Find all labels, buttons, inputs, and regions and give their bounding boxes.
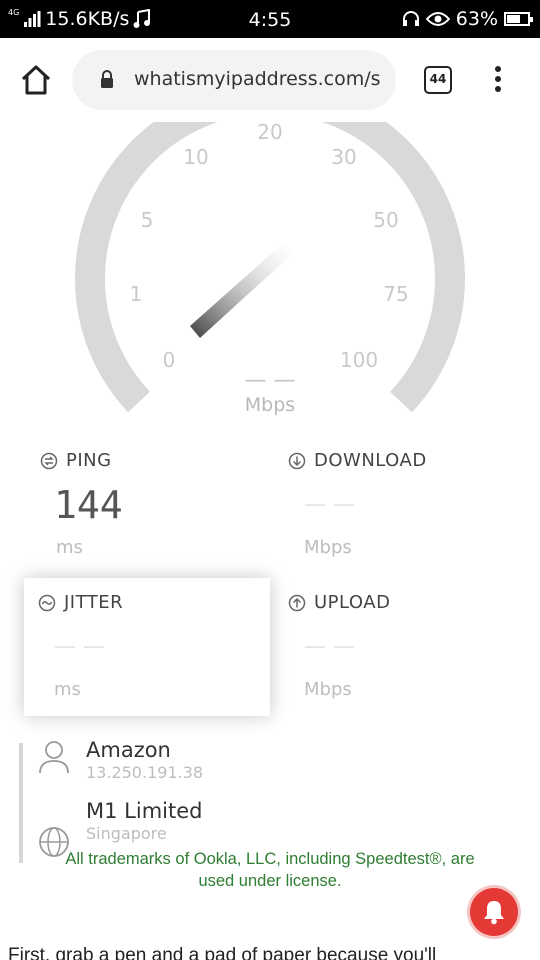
ping-value: 144 <box>54 483 123 527</box>
person-icon <box>39 741 69 774</box>
browser-toolbar: whatismyipaddress.com/s 44 <box>0 38 540 122</box>
download-value: — — <box>304 492 355 517</box>
trademark-notice: All trademarks of Ookla, LLC, including … <box>0 848 540 892</box>
eye-icon <box>425 12 450 26</box>
lock-icon <box>101 70 113 88</box>
server-location: Singapore <box>86 824 167 843</box>
gauge-label-1: 1 <box>129 282 143 306</box>
trademark-line-1: All trademarks of Ookla, LLC, including … <box>65 850 475 868</box>
home-icon[interactable] <box>18 62 54 98</box>
tab-switcher-button[interactable]: 44 <box>424 66 452 94</box>
jitter-value: — — <box>54 634 105 659</box>
isp-name: Amazon <box>86 738 171 762</box>
server-info[interactable]: M1 Limited Singapore <box>86 799 202 843</box>
upload-icon <box>288 594 306 611</box>
url-bar[interactable]: whatismyipaddress.com/s <box>72 50 396 110</box>
gauge-label-20: 20 <box>257 122 283 144</box>
url-text[interactable]: whatismyipaddress.com/s <box>134 68 390 90</box>
gauge-label-30: 30 <box>331 145 357 169</box>
battery-fill <box>507 15 520 23</box>
gauge-label-0: 0 <box>162 348 176 372</box>
gauge-label-10: 10 <box>183 145 209 169</box>
gauge-unit: Mbps <box>244 394 296 416</box>
isp-ip: 13.250.191.38 <box>86 763 204 782</box>
jitter-label: JITTER <box>64 592 124 613</box>
provider-divider <box>19 743 23 863</box>
headset-icon <box>402 11 419 26</box>
download-metric: DOWNLOAD — — Mbps <box>288 450 427 558</box>
jitter-unit: ms <box>54 679 81 700</box>
gauge-label-50: 50 <box>373 208 399 232</box>
battery-icon <box>504 12 533 26</box>
jitter-card: JITTER — — ms <box>24 578 270 716</box>
gauge-needle <box>190 244 292 338</box>
article-text: First, grab a pen and a pad of paper bec… <box>8 945 437 960</box>
upload-label: UPLOAD <box>314 592 391 613</box>
ping-metric: PING 144 ms <box>40 450 123 558</box>
overflow-menu-icon[interactable] <box>488 66 508 96</box>
download-label: DOWNLOAD <box>314 450 427 471</box>
gauge-label-100: 100 <box>339 348 379 372</box>
upload-value: — — <box>304 634 355 659</box>
ping-unit: ms <box>56 537 83 558</box>
gauge-label-75: 75 <box>383 282 409 306</box>
ping-icon <box>40 452 58 469</box>
battery-percent: 63% <box>455 8 498 30</box>
gauge-value: — — <box>244 368 296 393</box>
gauge-label-5: 5 <box>140 208 154 232</box>
jitter-icon <box>38 594 56 611</box>
trademark-line-2: used under license. <box>198 872 342 890</box>
download-icon <box>288 452 306 469</box>
status-right: 63% <box>402 8 533 30</box>
upload-metric: UPLOAD — — Mbps <box>288 592 390 700</box>
bell-icon <box>484 901 504 925</box>
speed-gauge: 0 1 5 10 20 30 50 75 100 — — Mbps <box>0 122 540 432</box>
notification-bell-button[interactable] <box>470 888 518 936</box>
upload-unit: Mbps <box>304 679 352 700</box>
status-bar: 4G 15.6KB/s 4:55 63% <box>0 0 540 38</box>
jitter-metric: JITTER — — ms <box>38 592 123 700</box>
server-name[interactable]: M1 Limited <box>86 799 202 823</box>
ping-label: PING <box>66 450 112 471</box>
download-unit: Mbps <box>304 537 352 558</box>
isp-info: Amazon 13.250.191.38 <box>86 738 203 782</box>
